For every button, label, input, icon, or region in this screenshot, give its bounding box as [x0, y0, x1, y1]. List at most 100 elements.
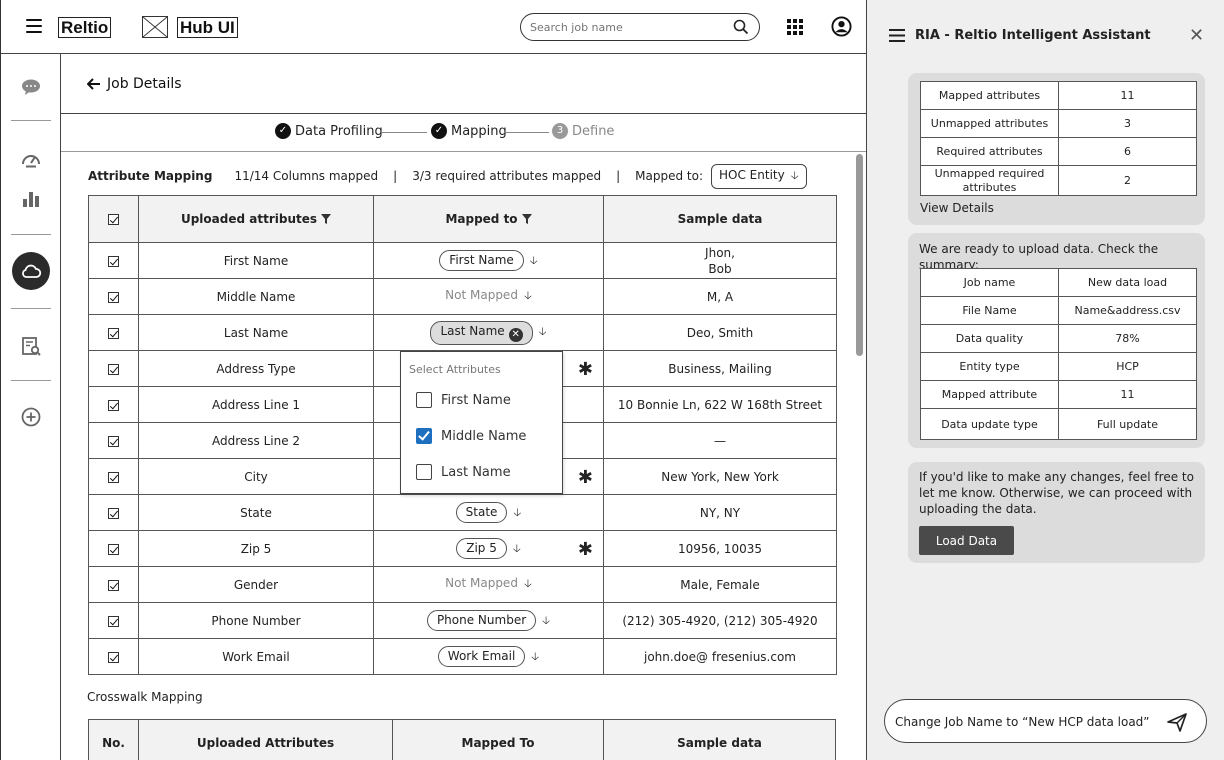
row-checkbox[interactable]: [108, 291, 119, 303]
not-mapped-label[interactable]: Not Mapped: [445, 576, 518, 590]
apps-grid-icon[interactable]: [787, 19, 805, 35]
proceed-message-bubble: If you'd like to make any changes, feel …: [908, 462, 1205, 563]
send-icon[interactable]: [1166, 711, 1188, 733]
dashboard-gauge-icon[interactable]: [20, 148, 42, 170]
load-data-button[interactable]: Load Data: [919, 526, 1014, 555]
summary-label: Data update type: [920, 408, 1059, 440]
arrow-down-icon[interactable]: 🡣: [531, 648, 539, 667]
hamburger-menu-icon[interactable]: [889, 29, 905, 42]
mapping-stats-table: Mapped attributes 11 Unmapped attributes 3…: [920, 81, 1197, 196]
required-mapped-count: 3/3 required attributes mapped: [412, 169, 602, 183]
arrow-down-icon[interactable]: 🡣: [513, 540, 521, 559]
separator: |: [393, 169, 398, 183]
stat-value: 11: [1058, 81, 1197, 110]
document-search-icon[interactable]: [20, 335, 42, 357]
mapped-attribute-chip[interactable]: Zip 5: [456, 538, 507, 559]
uploaded-attribute: Gender: [138, 566, 374, 603]
arrow-down-icon[interactable]: 🡣: [542, 612, 550, 631]
user-avatar-icon[interactable]: [831, 16, 852, 37]
select-all-cell: [88, 195, 139, 243]
row-checkbox[interactable]: [108, 255, 119, 267]
row-checkbox[interactable]: [108, 471, 119, 483]
close-icon[interactable]: ✕: [1189, 27, 1204, 45]
mapped-attribute-chip-active[interactable]: Last Name ✕: [430, 320, 533, 345]
section-title: Attribute Mapping: [88, 169, 213, 183]
data-upload-nav-item[interactable]: [12, 252, 50, 290]
header-sample-data: Sample data: [603, 719, 836, 760]
progress-stepper: ✓ Data Profiling ✓ Mapping 3 Define: [61, 114, 867, 152]
step-mapping[interactable]: ✓ Mapping: [431, 123, 507, 139]
table-row: File Name Name&address.csv: [920, 296, 1197, 325]
crosswalk-section-title: Crosswalk Mapping: [87, 690, 203, 704]
header-mapped-to: Mapped To: [392, 719, 604, 760]
proceed-message: If you'd like to make any changes, feel …: [919, 470, 1194, 516]
assistant-panel: RIA - Reltio Intelligent Assistant ✕ Map…: [866, 0, 1224, 760]
uploaded-attribute: Work Email: [138, 638, 374, 675]
arrow-down-icon[interactable]: 🡣: [513, 504, 521, 523]
mapped-attribute-chip[interactable]: Work Email: [437, 646, 526, 667]
header-uploaded-attributes: Uploaded Attributes: [138, 719, 393, 760]
row-checkbox[interactable]: [108, 615, 119, 627]
arrow-down-icon[interactable]: 🡣: [530, 252, 538, 271]
search-input[interactable]: [530, 20, 730, 35]
dropdown-option[interactable]: Middle Name: [416, 428, 526, 444]
chat-bubble-icon[interactable]: [20, 76, 42, 98]
back-to-job-details[interactable]: Job Details: [87, 76, 182, 92]
step-define[interactable]: 3 Define: [552, 123, 614, 139]
option-checkbox[interactable]: [416, 464, 432, 480]
entity-type-dropdown[interactable]: HOC Entity 🡣: [711, 163, 807, 189]
arrow-down-icon[interactable]: 🡣: [524, 287, 532, 306]
summary-label: Job name: [920, 268, 1059, 297]
clear-close-icon[interactable]: ✕: [508, 327, 523, 342]
bar-chart-icon[interactable]: [20, 188, 42, 210]
chat-message-input[interactable]: [895, 714, 1160, 730]
mapped-attribute-chip[interactable]: Phone Number: [426, 610, 537, 631]
uploaded-attribute: Zip 5: [138, 530, 374, 567]
row-checkbox[interactable]: [108, 651, 119, 663]
select-all-checkbox[interactable]: [108, 214, 119, 225]
table-row: Mapped attribute 11: [920, 380, 1197, 409]
not-mapped-label[interactable]: Not Mapped: [445, 288, 518, 302]
dropdown-option[interactable]: Last Name: [416, 464, 511, 480]
option-checkbox-checked[interactable]: [416, 428, 432, 444]
rail-divider: [11, 120, 51, 121]
row-checkbox[interactable]: [108, 507, 119, 519]
table-row: Data update type Full update: [920, 408, 1197, 440]
row-checkbox[interactable]: [108, 399, 119, 411]
uploaded-attribute: Address Line 1: [138, 386, 374, 423]
row-checkbox[interactable]: [108, 435, 119, 447]
hamburger-menu-icon[interactable]: [26, 19, 42, 33]
step-label: Mapping: [451, 123, 507, 139]
summary-value: Full update: [1058, 408, 1197, 440]
row-checkbox[interactable]: [108, 543, 119, 555]
table-row: Unmapped attributes 3: [920, 109, 1197, 138]
check-circle-icon: ✓: [275, 123, 291, 139]
uploaded-attribute: Phone Number: [138, 602, 374, 639]
filter-icon[interactable]: [521, 214, 532, 224]
stat-label: Unmapped required attributes: [920, 165, 1059, 196]
table-row: Phone Number Phone Number 🡣 (212) 305-492…: [88, 602, 837, 639]
arrow-down-icon[interactable]: 🡣: [539, 323, 547, 342]
table-row: Gender Not Mapped 🡣 Male, Female: [88, 566, 837, 603]
add-circle-icon[interactable]: [20, 406, 42, 428]
mapped-attribute-chip[interactable]: First Name: [439, 250, 524, 271]
dropdown-option[interactable]: First Name: [416, 392, 511, 408]
row-checkbox[interactable]: [108, 579, 119, 591]
uploaded-attribute: Last Name: [138, 314, 374, 351]
summary-message-bubble: We are ready to upload data. Check the s…: [908, 233, 1205, 448]
mapped-attribute-chip[interactable]: State: [455, 502, 508, 523]
step-data-profiling[interactable]: ✓ Data Profiling: [275, 123, 383, 139]
table-header-row: Uploaded attributes Mapped to Sample dat…: [88, 195, 837, 243]
top-bar: Reltio Hub UI: [1, 0, 867, 54]
row-checkbox[interactable]: [108, 363, 119, 375]
upload-summary-table: Job name New data load File Name Name&addr…: [920, 268, 1197, 440]
vertical-scrollbar[interactable]: [856, 154, 863, 356]
option-checkbox[interactable]: [416, 392, 432, 408]
filter-icon[interactable]: [321, 214, 332, 224]
row-checkbox[interactable]: [108, 327, 119, 339]
stat-label: Mapped attributes: [920, 81, 1059, 110]
view-details-link[interactable]: View Details: [920, 201, 994, 215]
table-row: Required attributes 6: [920, 137, 1197, 166]
search-icon[interactable]: [733, 19, 749, 35]
arrow-down-icon[interactable]: 🡣: [524, 575, 532, 594]
